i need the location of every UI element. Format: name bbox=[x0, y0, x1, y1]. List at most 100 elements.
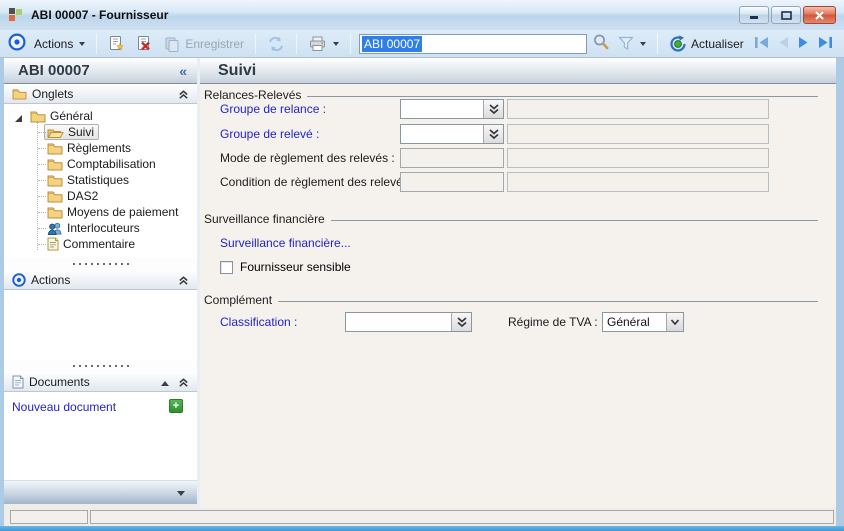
refresh-icon bbox=[267, 36, 285, 52]
add-document-button[interactable]: + bbox=[169, 399, 183, 413]
groupe-de-releve-input[interactable] bbox=[401, 125, 483, 143]
nav-last-icon[interactable] bbox=[817, 36, 833, 52]
delete-record-button[interactable] bbox=[133, 33, 156, 55]
sidebar-bottom-bar[interactable] bbox=[4, 480, 197, 504]
nav-next-icon[interactable] bbox=[797, 36, 810, 52]
groupe-de-releve-description-field bbox=[507, 124, 769, 144]
tree-item-label: Général bbox=[50, 109, 93, 123]
record-search-input[interactable]: ABI 00007 bbox=[359, 34, 587, 54]
app-window: ABI 00007 - Fournisseur Actions Enregist… bbox=[0, 0, 844, 531]
maximize-button[interactable] bbox=[771, 6, 801, 24]
surveillance-financiere-link[interactable]: Surveillance financière... bbox=[220, 236, 351, 250]
tree-item-general[interactable]: Général bbox=[4, 108, 197, 124]
new-document-link[interactable]: Nouveau document bbox=[12, 400, 116, 414]
folder-icon bbox=[47, 206, 63, 219]
save-button[interactable]: Enregistrer bbox=[161, 33, 247, 55]
tree-item-interlocuteurs[interactable]: Interlocuteurs bbox=[4, 220, 197, 236]
group-title-label: Surveillance financière bbox=[204, 212, 325, 226]
save-icon bbox=[164, 35, 181, 52]
tree-selected-item[interactable]: Suivi bbox=[44, 124, 99, 140]
tree-item-commentaire[interactable]: Commentaire bbox=[4, 236, 197, 252]
actualiser-refresh-icon bbox=[669, 35, 687, 53]
document-icon bbox=[12, 375, 24, 389]
collapse-sidebar-icon[interactable]: « bbox=[179, 63, 187, 79]
filter-funnel-icon bbox=[618, 36, 634, 51]
tree-item-label: Suivi bbox=[68, 125, 94, 139]
panel-splitter-grip[interactable] bbox=[4, 360, 197, 372]
groupe-de-relance-dropdown-button[interactable] bbox=[483, 100, 503, 118]
actualiser-button[interactable]: Actualiser bbox=[666, 33, 747, 55]
panel-splitter-grip[interactable] bbox=[4, 258, 197, 270]
filter-button[interactable] bbox=[615, 33, 649, 55]
classification-label[interactable]: Classification : bbox=[220, 312, 297, 332]
tree-item-das2[interactable]: DAS2 bbox=[4, 188, 197, 204]
classification-input[interactable] bbox=[346, 313, 451, 331]
groupe-de-relance-input[interactable] bbox=[401, 100, 483, 118]
collapse-up-icon[interactable] bbox=[161, 381, 169, 386]
folder-icon bbox=[47, 142, 63, 155]
tree-item-comptabilisation[interactable]: Comptabilisation bbox=[4, 156, 197, 172]
chevron-double-up-icon[interactable] bbox=[178, 275, 189, 289]
classification-dropdown-button[interactable] bbox=[451, 313, 471, 331]
note-icon bbox=[47, 237, 59, 251]
tree-item-moyens-de-paiement[interactable]: Moyens de paiement bbox=[4, 204, 197, 220]
new-record-button[interactable] bbox=[105, 33, 128, 55]
chevron-down-icon bbox=[79, 42, 85, 46]
folder-icon bbox=[47, 158, 63, 171]
minimize-button[interactable] bbox=[739, 6, 769, 24]
groupe-de-releve-label[interactable]: Groupe de relevé : bbox=[220, 124, 319, 144]
onglets-tree: Général Suivi Règlements Comptabilisatio… bbox=[4, 104, 197, 258]
groupe-de-relance-combo bbox=[400, 99, 504, 119]
chevron-double-up-icon[interactable] bbox=[178, 377, 189, 391]
refresh-record-button[interactable] bbox=[264, 33, 288, 55]
mode-reglement-releves-field bbox=[400, 148, 504, 168]
condition-reglement-releves-field bbox=[400, 172, 504, 192]
tree-expander-icon[interactable] bbox=[14, 112, 23, 121]
actualiser-label: Actualiser bbox=[691, 37, 744, 51]
status-cell-left bbox=[10, 510, 88, 524]
delete-record-icon bbox=[136, 35, 153, 52]
group-complement: Complément bbox=[204, 293, 818, 307]
panel-title-onglets: Onglets bbox=[32, 87, 73, 101]
condition-reglement-releves-description-field bbox=[507, 172, 769, 192]
toolbar-separator bbox=[657, 34, 658, 54]
print-button[interactable] bbox=[305, 33, 342, 55]
fournisseur-sensible-checkbox[interactable] bbox=[220, 261, 233, 274]
close-button[interactable] bbox=[803, 6, 836, 24]
save-label: Enregistrer bbox=[185, 37, 244, 51]
panel-header-documents[interactable]: Documents bbox=[4, 372, 197, 392]
main-toolbar: Actions Enregistrer ABI 00007 bbox=[0, 30, 844, 58]
panel-title-documents: Documents bbox=[29, 375, 90, 389]
search-icon[interactable] bbox=[592, 33, 610, 54]
group-surveillance-financiere: Surveillance financière bbox=[204, 212, 818, 226]
sidebar-record-header: ABI 00007 « bbox=[4, 58, 197, 84]
page-header: Suivi bbox=[200, 58, 836, 84]
expand-down-icon[interactable] bbox=[177, 491, 185, 496]
actions-menu-button[interactable]: Actions bbox=[31, 33, 88, 55]
tree-item-label: Commentaire bbox=[63, 237, 135, 251]
tree-item-suivi[interactable]: Suivi bbox=[4, 124, 197, 140]
mode-reglement-releves-description-field bbox=[507, 148, 769, 168]
tree-item-reglements[interactable]: Règlements bbox=[4, 140, 197, 156]
regime-tva-dropdown-button[interactable] bbox=[666, 313, 683, 331]
folder-open-icon bbox=[47, 126, 64, 139]
nav-previous-icon[interactable] bbox=[777, 36, 790, 52]
window-border-bottom bbox=[0, 526, 844, 531]
record-id-title: ABI 00007 bbox=[18, 62, 90, 79]
tree-item-statistiques[interactable]: Statistiques bbox=[4, 172, 197, 188]
groupe-de-releve-combo bbox=[400, 124, 504, 144]
nav-first-icon[interactable] bbox=[754, 36, 770, 52]
page-title: Suivi bbox=[218, 62, 256, 80]
toolbar-separator bbox=[350, 34, 351, 54]
print-icon bbox=[308, 36, 327, 52]
chevron-down-icon bbox=[640, 42, 646, 46]
regime-tva-select[interactable]: Général bbox=[602, 312, 684, 332]
groupe-de-relance-label[interactable]: Groupe de relance : bbox=[220, 99, 326, 119]
titlebar[interactable]: ABI 00007 - Fournisseur bbox=[0, 0, 844, 30]
group-title-label: Complément bbox=[204, 293, 272, 307]
panel-header-onglets[interactable]: Onglets bbox=[4, 84, 197, 104]
tree-item-label: Interlocuteurs bbox=[67, 221, 140, 235]
groupe-de-releve-dropdown-button[interactable] bbox=[483, 125, 503, 143]
panel-header-actions[interactable]: Actions bbox=[4, 270, 197, 290]
chevron-double-up-icon[interactable] bbox=[178, 89, 189, 103]
